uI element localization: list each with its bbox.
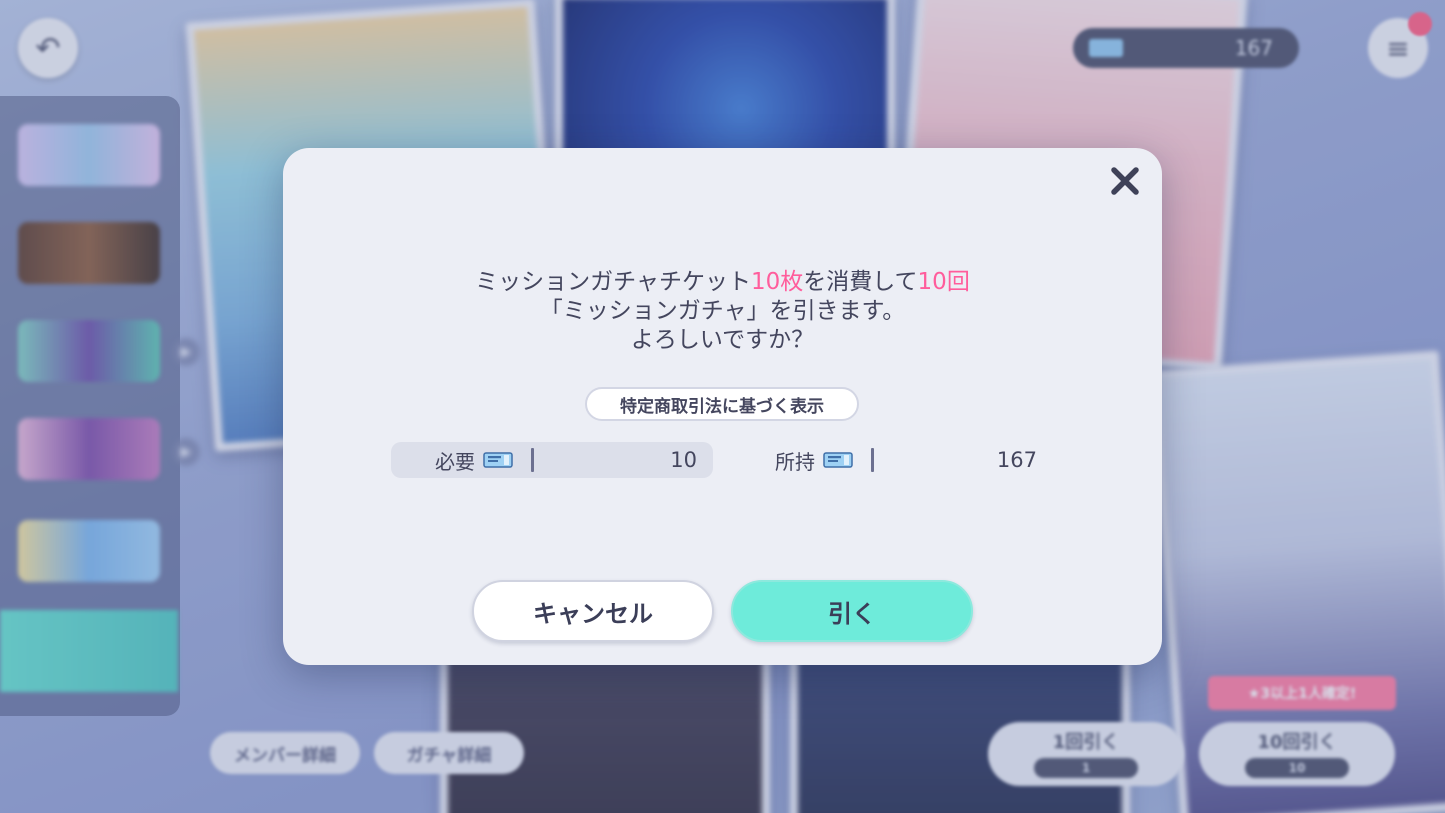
- draw-button[interactable]: 引く: [731, 580, 973, 642]
- required-value: 10: [670, 448, 697, 472]
- required-label: 必要: [435, 449, 475, 474]
- ticket-icon: [823, 452, 853, 468]
- message-line-3: よろしいですか？: [630, 327, 815, 353]
- legal-notice-button[interactable]: 特定商取引法に基づく表示: [585, 387, 859, 421]
- message-line-1: ミッションガチャチケット10枚を消費して10回: [283, 268, 1162, 297]
- owned-value: 167: [996, 448, 1037, 472]
- cancel-button[interactable]: キャンセル: [472, 580, 714, 642]
- message-text: ミッションガチャチケット: [475, 269, 751, 295]
- owned-tickets-row: 所持 167: [767, 442, 1037, 478]
- draw-count-highlight: 10回: [917, 269, 970, 295]
- confirm-dialog: ミッションガチャチケット10枚を消費して10回 「ミッションガチャ」を引きます。…: [283, 148, 1162, 665]
- message-text: を消費して: [803, 269, 918, 295]
- close-icon: [1111, 167, 1139, 195]
- owned-label: 所持: [775, 449, 815, 474]
- close-button[interactable]: [1102, 158, 1148, 204]
- confirm-message: ミッションガチャチケット10枚を消費して10回 「ミッションガチャ」を引きます。…: [283, 268, 1162, 355]
- message-line-2: 「ミッションガチャ」を引きます。: [539, 298, 906, 324]
- ticket-cost-highlight: 10枚: [750, 269, 804, 295]
- required-tickets-row: 必要 10: [391, 442, 713, 478]
- ticket-icon: [483, 452, 513, 468]
